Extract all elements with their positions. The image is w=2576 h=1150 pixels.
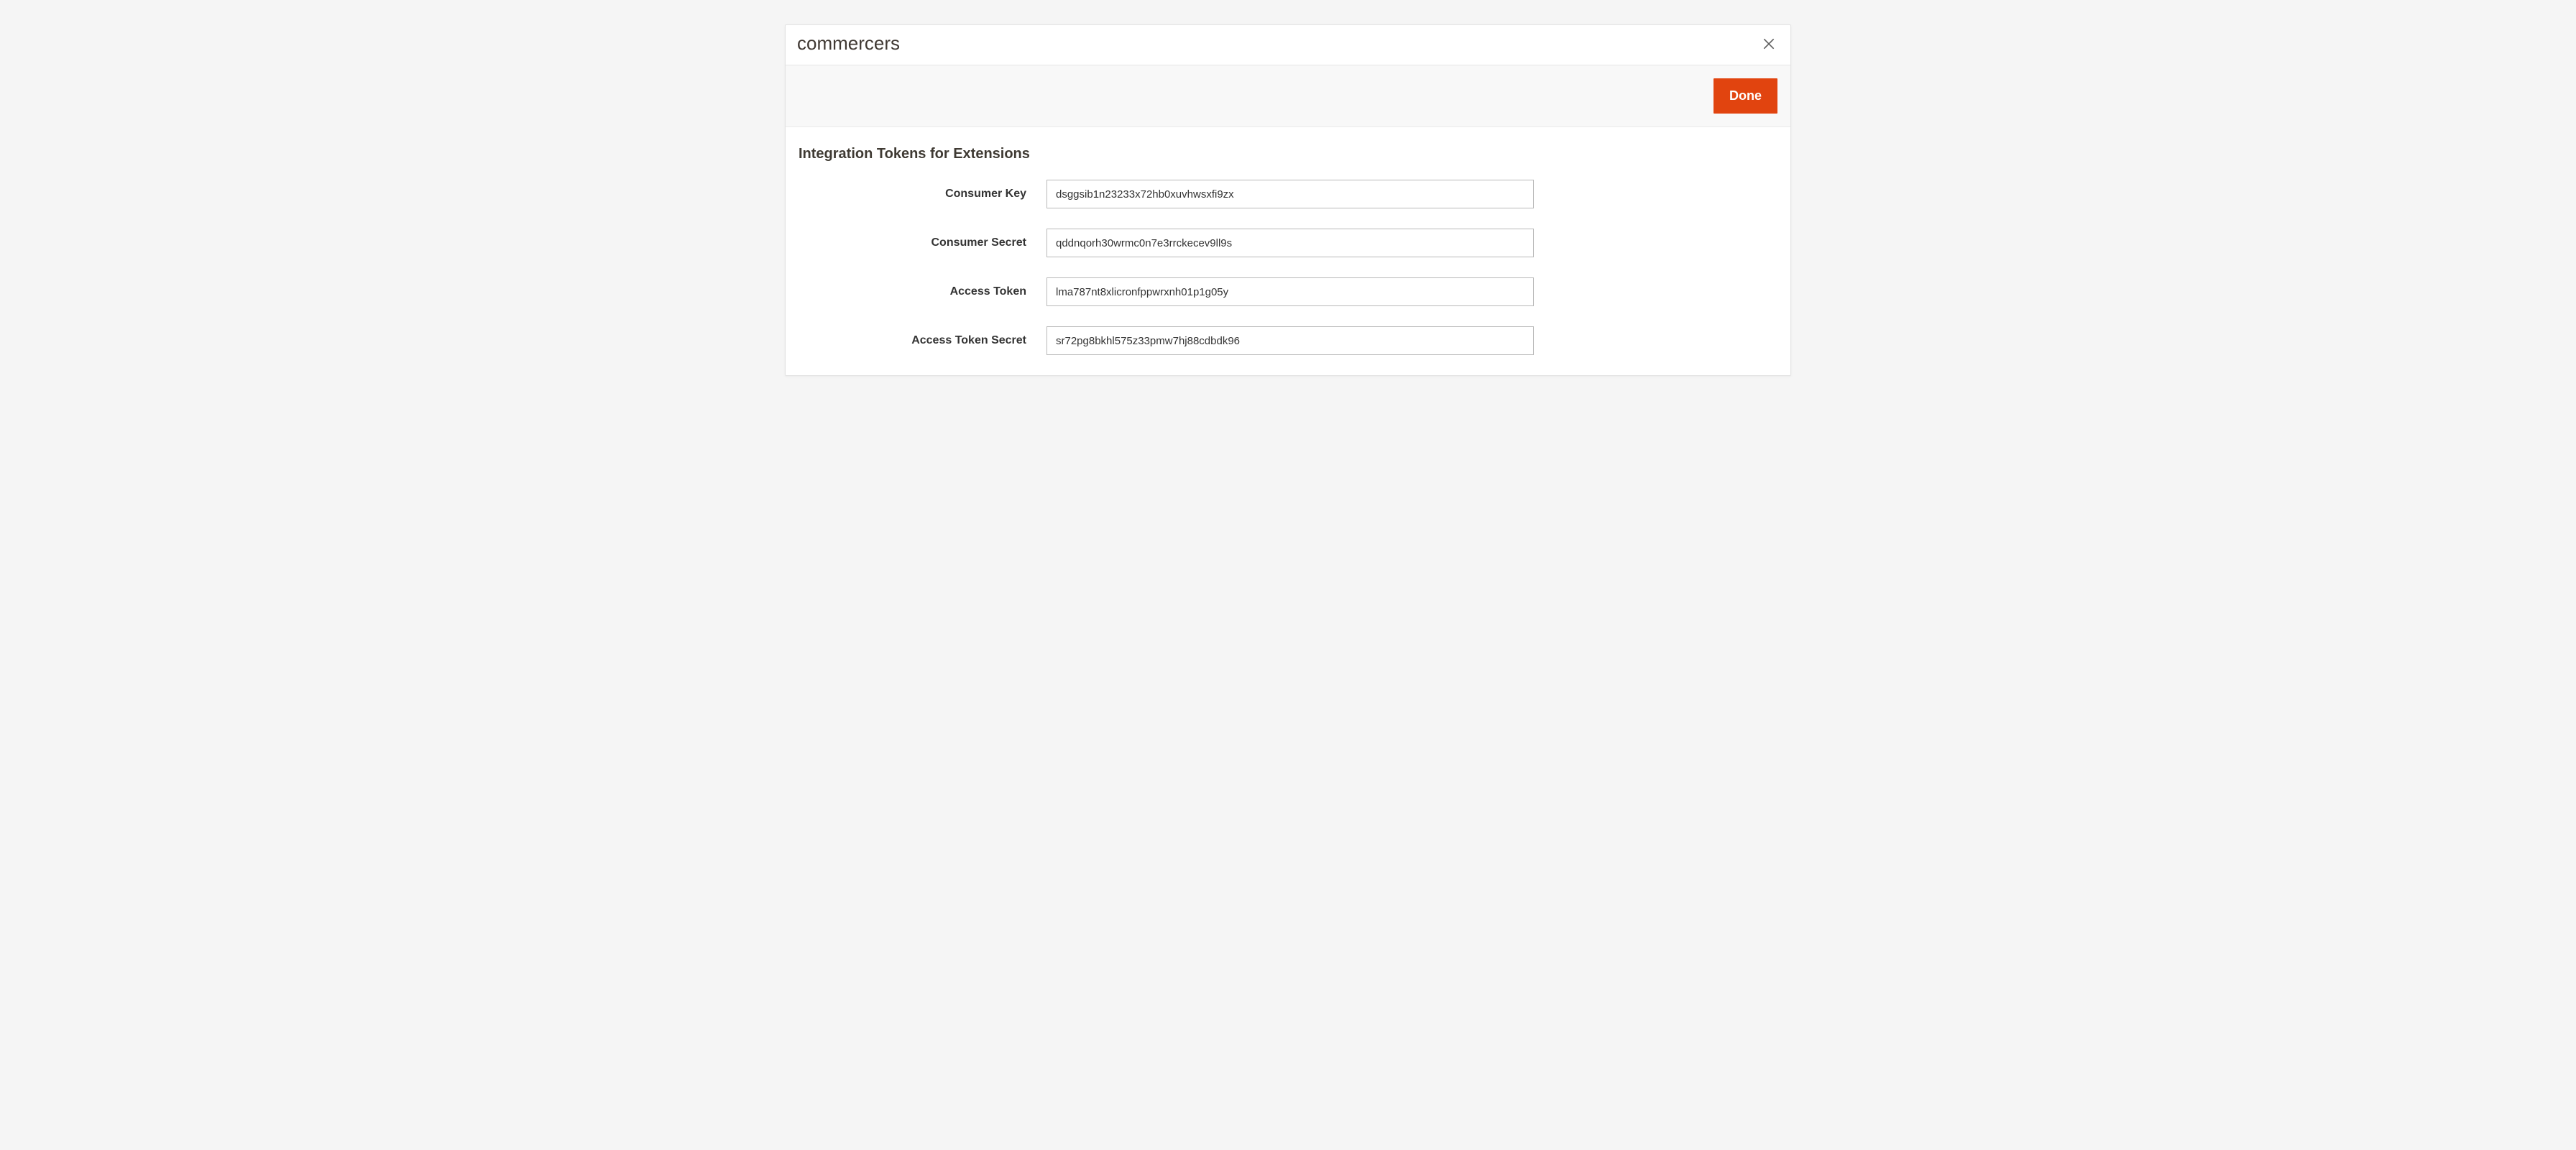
integration-tokens-modal: commercers Done Integration Tokens for E… [785,24,1791,376]
modal-header: commercers [786,25,1790,65]
label-access-token-secret: Access Token Secret [799,334,1046,347]
row-access-token: Access Token [799,277,1777,306]
action-bar: Done [786,65,1790,127]
close-button[interactable] [1759,34,1779,54]
close-icon [1762,37,1776,51]
access-token-field[interactable] [1046,277,1534,306]
label-consumer-secret: Consumer Secret [799,236,1046,249]
row-consumer-key: Consumer Key [799,180,1777,208]
label-access-token: Access Token [799,285,1046,298]
access-token-secret-field[interactable] [1046,326,1534,355]
modal-body: Integration Tokens for Extensions Consum… [786,127,1790,375]
consumer-key-field[interactable] [1046,180,1534,208]
section-title: Integration Tokens for Extensions [799,146,1777,162]
done-button[interactable]: Done [1714,78,1777,114]
row-consumer-secret: Consumer Secret [799,229,1777,257]
consumer-secret-field[interactable] [1046,229,1534,257]
modal-title: commercers [797,32,900,55]
row-access-token-secret: Access Token Secret [799,326,1777,355]
label-consumer-key: Consumer Key [799,188,1046,201]
